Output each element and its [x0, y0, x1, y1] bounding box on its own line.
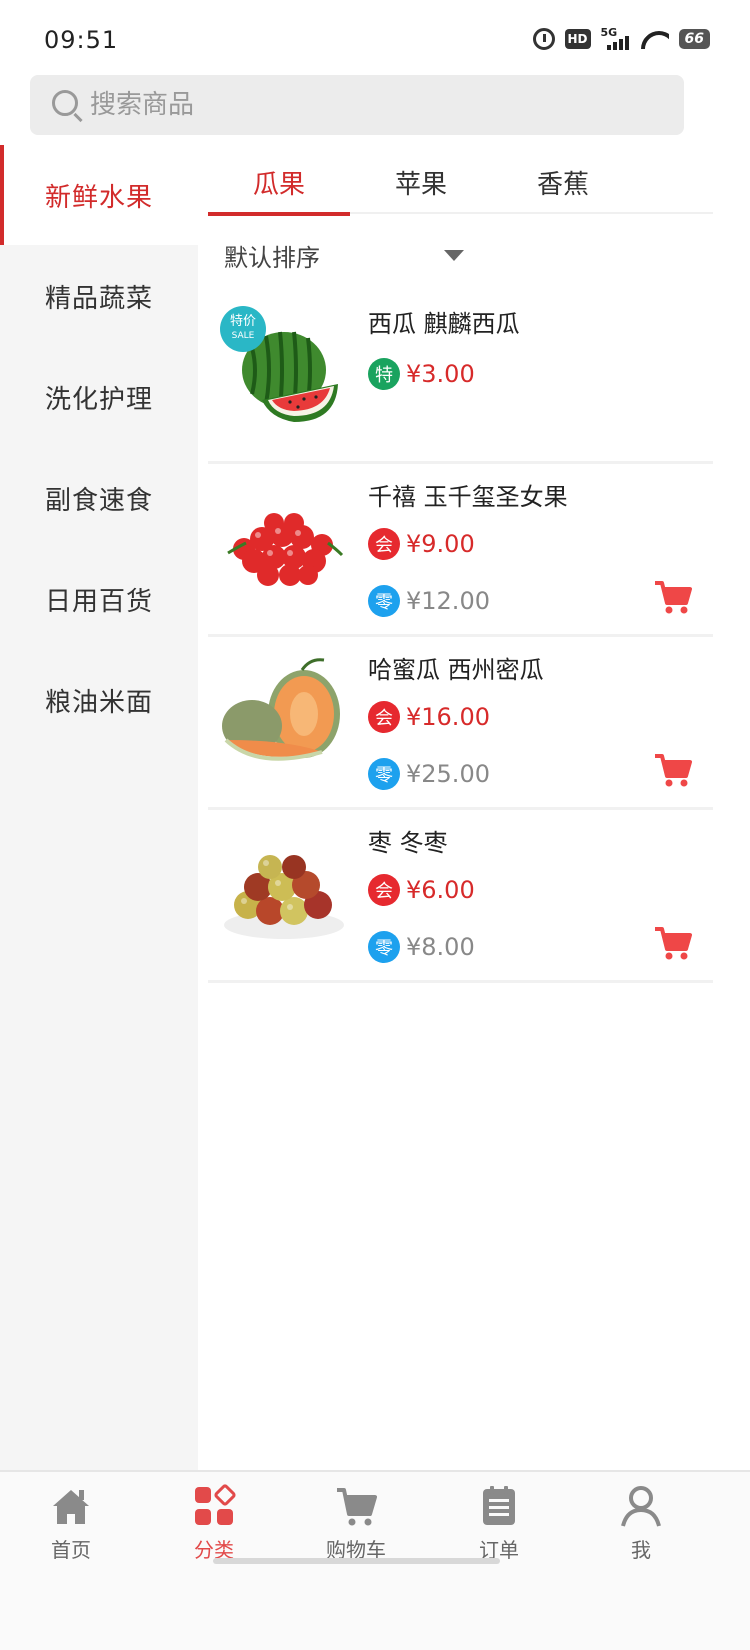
product-item[interactable]: 枣 冬枣 会 ¥6.00 零 ¥8.00 [208, 811, 713, 983]
hd-icon: HD [564, 29, 591, 49]
status-icons: HD 5G 66 [532, 26, 710, 50]
sale-tag: 特价 SALE [220, 306, 266, 352]
alarm-icon [532, 28, 555, 50]
home-indicator [213, 1558, 500, 1564]
product-item[interactable]: 特价 SALE 西瓜 麒麟西瓜 特 ¥3.00 [208, 292, 713, 464]
order-icon [483, 1486, 515, 1525]
status-time: 09:51 [44, 26, 119, 54]
member-price-row: 会 ¥6.00 [368, 874, 475, 906]
member-price-badge: 会 [368, 528, 400, 560]
add-to-cart-button[interactable] [653, 752, 693, 788]
tab-bananas[interactable]: 香蕉 [492, 150, 634, 214]
search-input[interactable] [90, 75, 650, 135]
add-to-cart-button[interactable] [653, 925, 693, 961]
subcategory-tabs: 瓜果 苹果 香蕉 [208, 150, 713, 216]
sidebar-item-grain-oil[interactable]: 粮油米面 [0, 650, 198, 750]
product-name: 千禧 玉千玺圣女果 [368, 483, 568, 511]
sale-tag-label: 特价 [229, 314, 256, 329]
user-icon [621, 1486, 661, 1527]
member-price-badge: 会 [368, 701, 400, 733]
product-item[interactable]: 哈蜜瓜 西州密瓜 会 ¥16.00 零 ¥25.00 [208, 638, 713, 810]
nav-me[interactable]: 我 [566, 1484, 716, 1574]
dropdown-arrow-icon [444, 250, 464, 261]
category-icon [195, 1484, 236, 1525]
battery-icon: 66 [678, 29, 710, 49]
retail-price-badge: 零 [368, 931, 400, 963]
retail-price-badge: 零 [368, 758, 400, 790]
tab-melons[interactable]: 瓜果 [208, 150, 350, 216]
home-icon [53, 1490, 89, 1524]
retail-price-row: 零 ¥8.00 [368, 931, 475, 963]
member-price: ¥9.00 [406, 530, 475, 558]
add-to-cart-button[interactable] [653, 579, 693, 615]
product-name: 哈蜜瓜 西州密瓜 [368, 656, 544, 684]
retail-price-row: 零 ¥25.00 [368, 758, 490, 790]
nav-home-label: 首页 [51, 1538, 91, 1562]
special-price-badge: 特 [368, 358, 400, 390]
special-price-row: 特 ¥3.00 [368, 358, 475, 390]
product-image-hami-melon [222, 658, 340, 761]
sort-dropdown[interactable]: 默认排序 [224, 232, 474, 278]
member-price-row: 会 ¥16.00 [368, 701, 490, 733]
tab-apples[interactable]: 苹果 [350, 150, 492, 214]
member-price-row: 会 ¥9.00 [368, 528, 475, 560]
product-image-winter-jujube [224, 855, 344, 939]
network-label: 5G [600, 26, 618, 39]
retail-price: ¥8.00 [406, 933, 475, 961]
member-price: ¥6.00 [406, 876, 475, 904]
product-image-cherry-tomatoes [227, 513, 344, 586]
wifi-icon [641, 29, 669, 49]
sidebar-item-personal-care[interactable]: 洗化护理 [0, 347, 198, 447]
nav-home[interactable]: 首页 [0, 1484, 146, 1574]
sidebar-item-fresh-fruit[interactable]: 新鲜水果 [0, 145, 198, 245]
nav-me-label: 我 [631, 1538, 651, 1562]
product-name: 西瓜 麒麟西瓜 [368, 310, 520, 338]
special-price: ¥3.00 [406, 360, 475, 388]
signal-icon: 5G [600, 26, 631, 50]
sale-tag-label-en: SALE [231, 331, 255, 341]
retail-price-badge: 零 [368, 585, 400, 617]
product-name: 枣 冬枣 [368, 829, 448, 857]
search-bar[interactable] [30, 75, 684, 135]
sidebar-item-vegetables[interactable]: 精品蔬菜 [0, 246, 198, 346]
cart-icon [337, 1488, 377, 1526]
retail-price: ¥12.00 [406, 587, 490, 615]
retail-price: ¥25.00 [406, 760, 490, 788]
retail-price-row: 零 ¥12.00 [368, 585, 490, 617]
status-bar: 09:51 HD 5G 66 [0, 0, 750, 75]
product-item[interactable]: 千禧 玉千玺圣女果 会 ¥9.00 零 ¥12.00 [208, 465, 713, 637]
sidebar-item-daily-goods[interactable]: 日用百货 [0, 549, 198, 649]
search-icon [52, 90, 78, 116]
sidebar-item-snacks[interactable]: 副食速食 [0, 448, 198, 548]
member-price: ¥16.00 [406, 703, 490, 731]
member-price-badge: 会 [368, 874, 400, 906]
sort-label: 默认排序 [224, 243, 320, 272]
category-sidebar: 新鲜水果 精品蔬菜 洗化护理 副食速食 日用百货 粮油米面 [0, 145, 198, 1470]
